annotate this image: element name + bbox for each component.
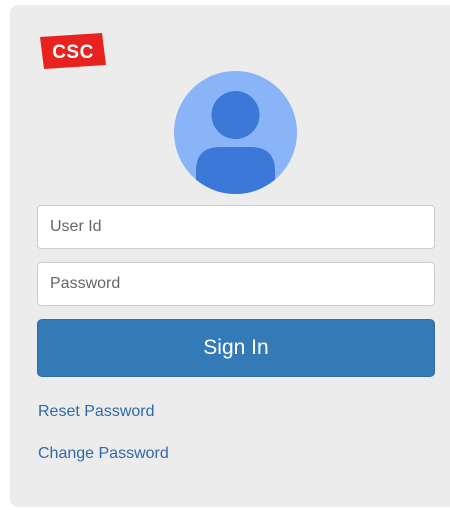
reset-password-link[interactable]: Reset Password — [38, 403, 155, 421]
user-id-input[interactable] — [37, 205, 435, 249]
password-input[interactable] — [37, 262, 435, 306]
csc-logo: CSC — [38, 33, 108, 69]
csc-logo-graphic: CSC — [40, 33, 106, 69]
login-card: CSC Sign In Reset Password Change Passwo… — [10, 5, 450, 507]
user-avatar-icon — [174, 71, 297, 194]
sign-in-button[interactable]: Sign In — [37, 319, 435, 377]
svg-text:CSC: CSC — [52, 42, 94, 63]
change-password-link[interactable]: Change Password — [38, 445, 169, 463]
